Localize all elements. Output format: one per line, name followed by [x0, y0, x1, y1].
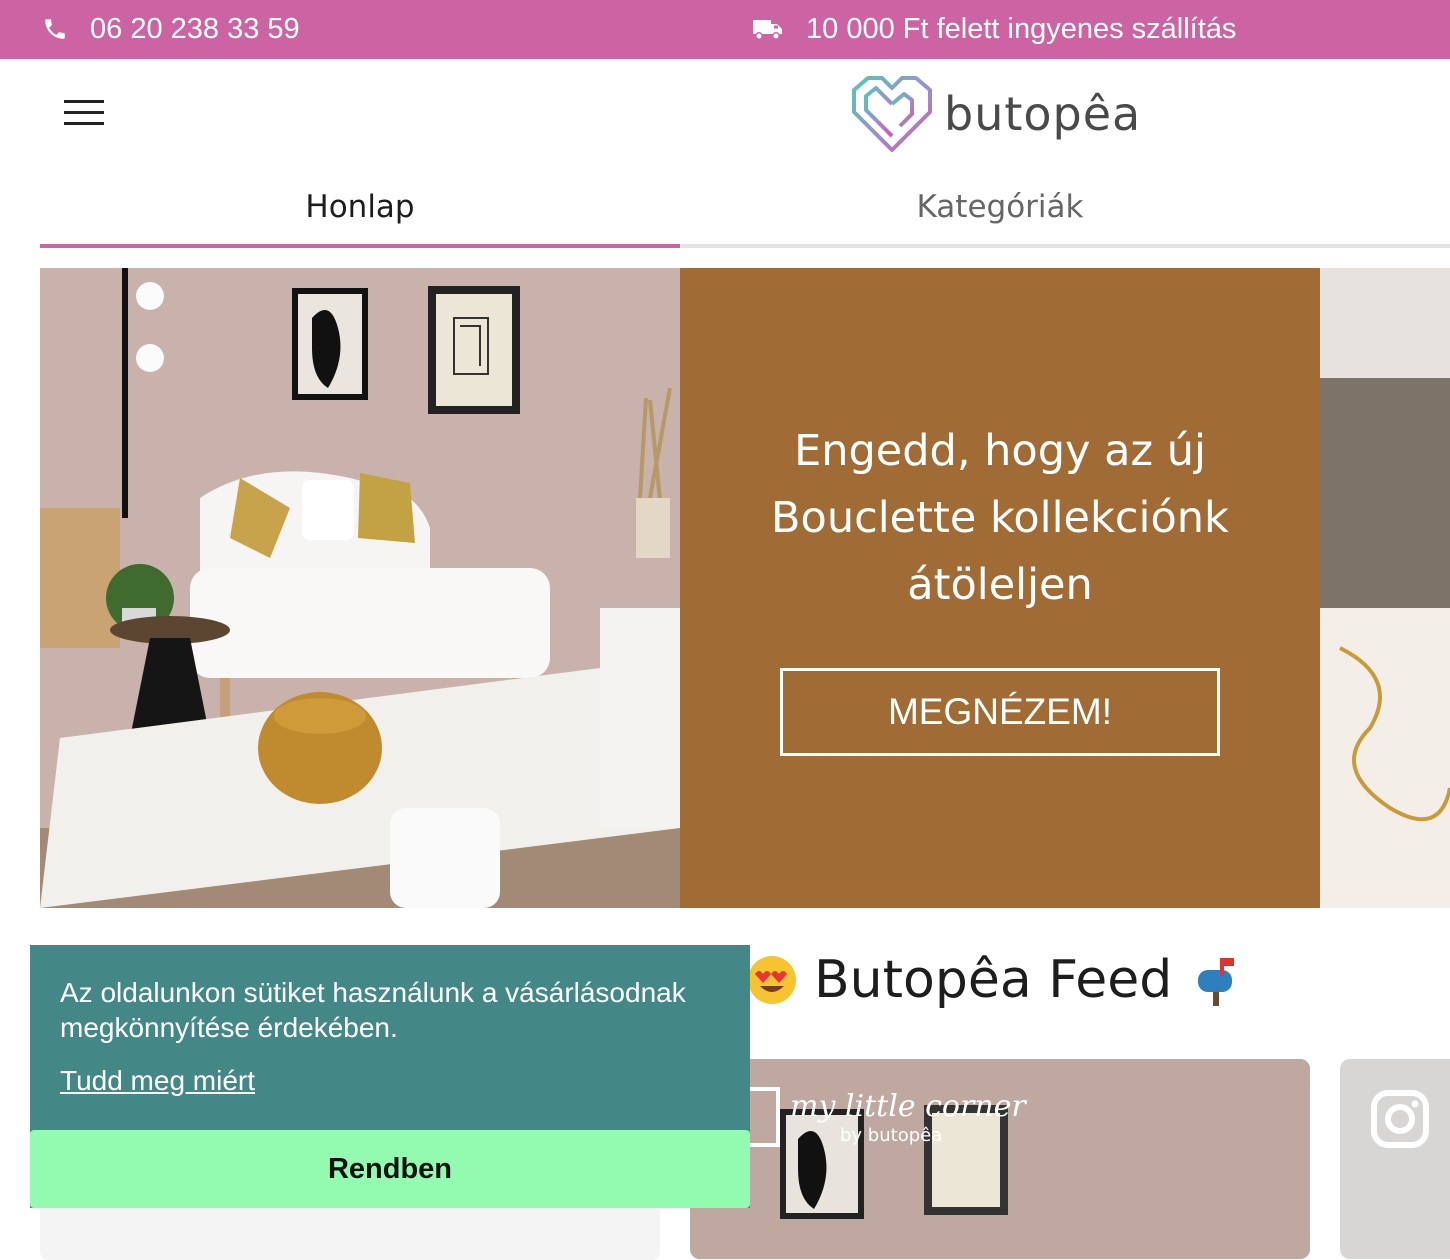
- cookie-accept-button[interactable]: Rendben: [30, 1130, 750, 1208]
- shipping-text: 10 000 Ft felett ingyenes szállítás: [806, 13, 1237, 45]
- hero-next-slide-image[interactable]: [1320, 268, 1450, 908]
- hero-promo-panel: Engedd, hogy az új Bouclette kollekciónk…: [680, 268, 1320, 908]
- cookie-learn-more-link[interactable]: Tudd meg miért: [60, 1065, 255, 1097]
- feed-title-text: Butopêa Feed: [814, 950, 1173, 1010]
- feed-card-left[interactable]: [40, 1200, 660, 1260]
- active-tab-indicator: [40, 244, 680, 248]
- main-tabs: Honlap Kategóriák: [40, 170, 1450, 248]
- mailbox-icon: [1198, 958, 1235, 1006]
- hero-headline: Engedd, hogy az új Bouclette kollekciónk…: [771, 426, 1229, 610]
- phone-number[interactable]: 06 20 238 33 59: [90, 12, 300, 46]
- heart-eyes-emoji-icon: [748, 956, 796, 1004]
- tab-honlap[interactable]: Honlap: [40, 170, 680, 248]
- logo-wordmark: butopêa: [944, 87, 1142, 141]
- tab-kategoriak[interactable]: Kategóriák: [680, 170, 1320, 248]
- site-logo[interactable]: butopêa: [848, 74, 1141, 154]
- feed-card-caption: my little corner: [790, 1089, 1026, 1124]
- feed-card[interactable]: my little corner by butopêa: [690, 1059, 1310, 1259]
- cookie-consent-banner: Az oldalunkon sütiket használunk a vásár…: [30, 945, 750, 1208]
- feed-heading: Butopêa Feed: [746, 950, 1242, 1010]
- truck-icon: [753, 20, 782, 40]
- hero-cta-button[interactable]: MEGNÉZEM!: [780, 668, 1220, 756]
- hero-living-room-image[interactable]: [40, 268, 680, 908]
- instagram-icon: [1371, 1090, 1429, 1148]
- tab-divider: [680, 244, 1450, 248]
- top-promo-bar: 06 20 238 33 59 10 000 Ft felett ingyene…: [0, 0, 1450, 59]
- cookie-message: Az oldalunkon sütiket használunk a vásár…: [60, 977, 686, 1043]
- phone-contact[interactable]: 06 20 238 33 59: [42, 12, 300, 46]
- heart-logo-icon: [852, 76, 932, 152]
- feed-card-subcaption: by butopêa: [840, 1125, 943, 1146]
- phone-icon: [45, 19, 65, 39]
- free-shipping-notice: 10 000 Ft felett ingyenes szállítás: [752, 12, 1236, 46]
- feed-card-instagram[interactable]: [1340, 1059, 1450, 1259]
- hamburger-menu-icon[interactable]: [64, 100, 104, 126]
